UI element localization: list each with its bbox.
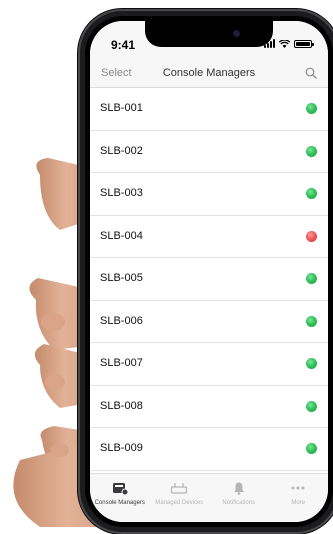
notch xyxy=(145,21,273,47)
page-title: Console Managers xyxy=(162,67,256,79)
device-name: SLB-001 xyxy=(100,102,143,114)
tab-label: More xyxy=(291,500,306,506)
phone-bezel: 9:41 Select Console Managers SLB-001 SLB… xyxy=(85,16,333,527)
list-item[interactable]: SLB-005 xyxy=(90,258,328,301)
bell-icon xyxy=(233,482,244,495)
tab-notifications[interactable]: Notifications xyxy=(209,474,269,522)
device-name: SLB-009 xyxy=(100,442,143,454)
status-dot-online xyxy=(306,443,317,454)
list-item[interactable]: SLB-002 xyxy=(90,131,328,173)
search-icon[interactable] xyxy=(305,67,317,79)
status-dot-online xyxy=(306,273,317,284)
phone-screen: 9:41 Select Console Managers SLB-001 SLB… xyxy=(90,21,328,522)
list-item[interactable]: SLB-001 xyxy=(90,88,328,131)
list-item[interactable]: SLB-003 xyxy=(90,173,328,216)
status-time: 9:41 xyxy=(111,38,136,52)
tab-label: Notifications xyxy=(222,500,256,506)
list-item[interactable]: SLB-009 xyxy=(90,428,328,471)
console-manager-list: SLB-001 SLB-002 SLB-003 SLB-004 SLB-005 xyxy=(90,88,328,471)
list-item[interactable]: SLB-006 xyxy=(90,301,328,343)
wifi-icon xyxy=(279,39,290,48)
device-name: SLB-005 xyxy=(100,272,143,284)
status-dot-online xyxy=(306,103,317,114)
tab-managed-devices[interactable]: Managed Devices xyxy=(150,474,210,522)
status-dot-online xyxy=(306,145,317,157)
tab-more[interactable]: More xyxy=(269,474,329,522)
status-dot-online xyxy=(306,400,317,412)
device-name: SLB-004 xyxy=(100,229,143,242)
list-item[interactable]: SLB-008 xyxy=(90,386,328,428)
list-item[interactable]: SLB-007 xyxy=(90,343,328,386)
camera-icon xyxy=(233,30,240,37)
tab-label: Managed Devices xyxy=(155,500,204,506)
status-icons xyxy=(264,39,314,48)
battery-icon xyxy=(294,39,314,48)
status-dot-online xyxy=(306,188,317,199)
tab-console-managers[interactable]: Console Managers xyxy=(90,474,150,522)
device-name: SLB-007 xyxy=(100,357,143,369)
device-name: SLB-006 xyxy=(100,314,143,327)
console-manager-icon xyxy=(112,483,129,495)
tab-bar: Console Managers Managed Devices Notific… xyxy=(90,473,328,522)
list-item[interactable]: SLB-004 xyxy=(90,216,328,258)
more-icon xyxy=(291,486,305,490)
tab-label: Console Managers xyxy=(94,500,145,506)
phone-frame: 9:41 Select Console Managers SLB-001 SLB… xyxy=(78,9,333,534)
status-dot-online xyxy=(306,358,317,369)
device-name: SLB-002 xyxy=(100,144,143,157)
status-dot-online xyxy=(306,315,317,327)
device-name: SLB-008 xyxy=(100,399,143,412)
managed-devices-icon xyxy=(171,483,188,494)
navigation-bar: Select Console Managers xyxy=(90,61,328,88)
status-dot-offline xyxy=(306,230,317,242)
device-name: SLB-003 xyxy=(100,187,143,199)
